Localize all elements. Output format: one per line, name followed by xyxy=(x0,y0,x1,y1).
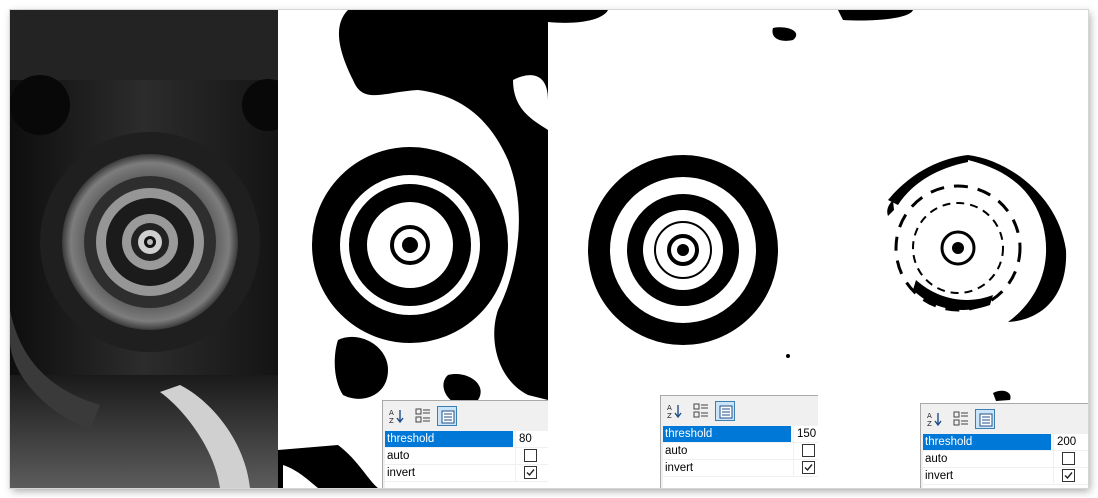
property-row-threshold[interactable]: threshold 80 xyxy=(385,431,548,448)
categorized-button[interactable] xyxy=(691,401,711,421)
svg-text:A: A xyxy=(389,409,394,417)
property-grid: A Z xyxy=(660,395,818,488)
property-pages-icon xyxy=(719,405,733,419)
property-row-invert[interactable]: invert xyxy=(923,468,1088,485)
property-row-auto[interactable]: auto xyxy=(923,451,1088,468)
svg-text:A: A xyxy=(667,404,672,412)
threshold-value[interactable]: 80 xyxy=(515,431,548,447)
sort-alphabetical-button[interactable]: A Z xyxy=(925,409,945,429)
property-grid: A Z xyxy=(382,400,548,488)
property-name: invert xyxy=(925,470,954,482)
sort-alphabetical-button[interactable]: A Z xyxy=(387,406,407,426)
categorized-icon xyxy=(693,403,708,418)
categorized-button[interactable] xyxy=(951,409,971,429)
property-name: threshold xyxy=(385,431,513,447)
property-name: invert xyxy=(387,467,416,479)
auto-checkbox[interactable] xyxy=(524,449,537,462)
categorized-button[interactable] xyxy=(413,406,433,426)
svg-text:A: A xyxy=(927,412,932,420)
svg-text:Z: Z xyxy=(927,420,932,427)
threshold-150-panel: A Z threshold 150 auto invert xyxy=(548,10,818,488)
original-image xyxy=(10,10,278,488)
property-grid: A Z xyxy=(920,403,1088,488)
property-name: auto xyxy=(665,445,688,457)
property-row-invert[interactable]: invert xyxy=(663,460,818,477)
property-pages-icon xyxy=(979,413,993,427)
checkmark-icon xyxy=(804,464,813,472)
property-rows: threshold 150 auto invert xyxy=(663,426,818,488)
property-toolbar: A Z xyxy=(383,401,548,429)
categorized-icon xyxy=(415,408,430,423)
sort-alphabetical-icon: A Z xyxy=(667,404,682,419)
threshold-200-panel: A Z threshold 200 auto invert xyxy=(818,10,1088,488)
svg-text:Z: Z xyxy=(667,412,672,419)
property-pages-icon xyxy=(441,410,455,424)
invert-checkbox[interactable] xyxy=(802,461,815,474)
property-row-invert[interactable]: invert xyxy=(385,465,548,482)
property-row-threshold[interactable]: threshold 200 xyxy=(923,434,1088,451)
property-name: auto xyxy=(387,450,410,462)
auto-checkbox[interactable] xyxy=(802,444,815,457)
checkmark-icon xyxy=(1064,472,1073,480)
property-pages-button[interactable] xyxy=(715,401,735,421)
property-row-auto[interactable]: auto xyxy=(663,443,818,460)
property-rows: threshold 200 auto invert xyxy=(923,434,1088,488)
sort-alphabetical-icon: A Z xyxy=(389,409,404,424)
property-toolbar: A Z xyxy=(661,396,818,424)
property-name: auto xyxy=(925,453,948,465)
threshold-value[interactable]: 150 xyxy=(793,426,818,442)
property-row-threshold[interactable]: threshold 150 xyxy=(663,426,818,443)
threshold-80-panel: A Z threshold 80 auto invert xyxy=(278,10,548,488)
image-strip: A Z threshold 80 auto invert A Z thresho… xyxy=(10,10,1088,488)
property-name: threshold xyxy=(923,434,1051,450)
property-name: invert xyxy=(665,462,694,474)
categorized-icon xyxy=(953,411,968,426)
checkmark-icon xyxy=(526,469,535,477)
invert-checkbox[interactable] xyxy=(1062,469,1075,482)
sort-alphabetical-icon: A Z xyxy=(927,412,942,427)
property-pages-button[interactable] xyxy=(975,409,995,429)
property-toolbar: A Z xyxy=(921,404,1088,432)
invert-checkbox[interactable] xyxy=(524,466,537,479)
property-rows: threshold 80 auto invert xyxy=(385,431,548,488)
property-row-auto[interactable]: auto xyxy=(385,448,548,465)
threshold-value[interactable]: 200 xyxy=(1053,434,1088,450)
original-image-panel xyxy=(10,10,278,488)
svg-text:Z: Z xyxy=(389,417,394,424)
sort-alphabetical-button[interactable]: A Z xyxy=(665,401,685,421)
property-pages-button[interactable] xyxy=(437,406,457,426)
auto-checkbox[interactable] xyxy=(1062,452,1075,465)
property-name: threshold xyxy=(663,426,791,442)
